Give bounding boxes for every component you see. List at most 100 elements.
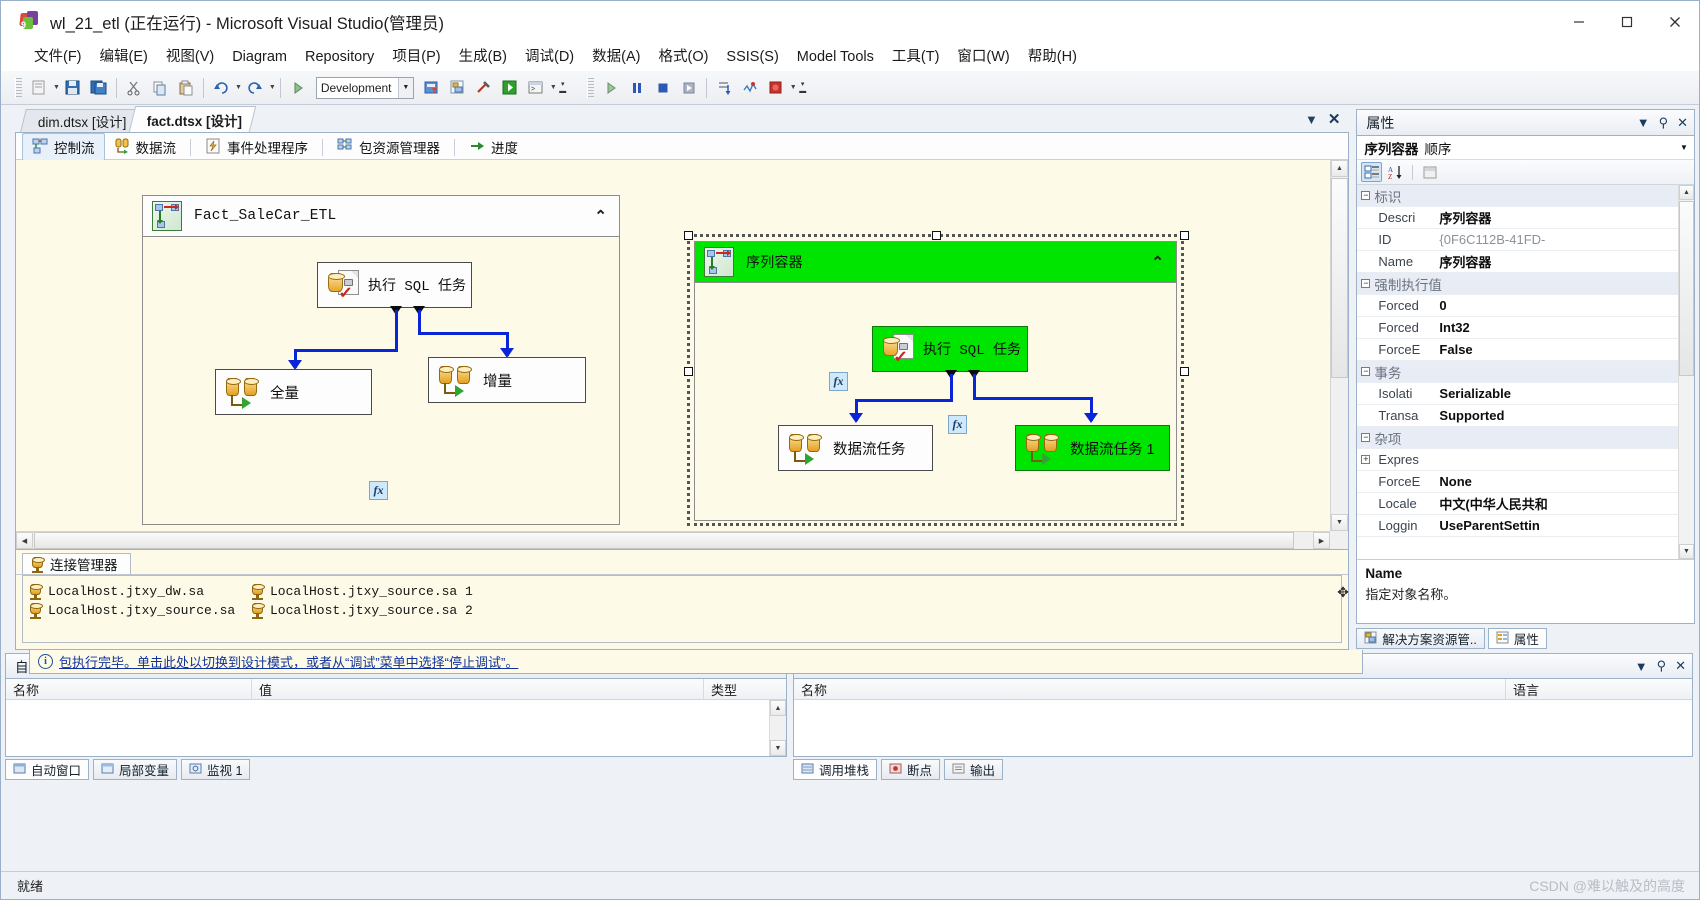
connection-item[interactable]: LocalHost.jtxy_source.sa 2 bbox=[251, 602, 473, 619]
breakpoint-hit-icon[interactable] bbox=[738, 76, 762, 100]
property-value[interactable]: UseParentSettin bbox=[1436, 518, 1678, 533]
dock-tab-properties[interactable]: 属性 bbox=[1487, 628, 1547, 649]
save-icon[interactable] bbox=[61, 76, 85, 100]
toolbar-grip[interactable] bbox=[15, 77, 22, 98]
redo-dropdown-icon[interactable]: ▼ bbox=[269, 84, 276, 91]
property-row-id[interactable]: ID {0F6C112B-41FD- bbox=[1357, 229, 1678, 251]
stop-debug-icon[interactable] bbox=[651, 76, 675, 100]
precedence-expression-icon-l1[interactable]: fx bbox=[369, 481, 388, 500]
step-into-icon[interactable] bbox=[712, 76, 736, 100]
properties-scroll-up-button[interactable]: ▲ bbox=[1679, 185, 1694, 200]
task-left-execute-sql[interactable]: ✓ 执行 SQL 任务 bbox=[317, 262, 472, 308]
call-stack-rows-area[interactable] bbox=[794, 700, 1692, 756]
property-value[interactable]: False bbox=[1436, 342, 1678, 357]
minimize-button[interactable] bbox=[1555, 1, 1603, 43]
copy-icon[interactable] bbox=[148, 76, 172, 100]
property-row-force-execution-result[interactable]: ForceE None bbox=[1357, 471, 1678, 493]
menu-diagram[interactable]: Diagram bbox=[223, 45, 296, 69]
selection-handle-tm[interactable] bbox=[932, 231, 941, 240]
menu-model-tools[interactable]: Model Tools bbox=[788, 45, 883, 69]
connection-managers-tab[interactable]: 连接管理器 bbox=[22, 553, 131, 574]
close-icon[interactable]: ✕ bbox=[1675, 658, 1686, 674]
close-button[interactable] bbox=[1651, 1, 1699, 43]
dock-tab-output[interactable]: 输出 bbox=[944, 759, 1004, 780]
property-value[interactable]: 序列容器 bbox=[1436, 208, 1678, 227]
selection-handle-tl[interactable] bbox=[684, 231, 693, 240]
properties-scroll-down-button[interactable]: ▼ bbox=[1679, 544, 1694, 559]
tab-control-flow[interactable]: 控制流 bbox=[22, 133, 105, 161]
close-document-icon[interactable]: ✕ bbox=[1328, 110, 1341, 128]
expand-toggle-icon[interactable]: + bbox=[1357, 454, 1374, 465]
redo-icon[interactable] bbox=[243, 76, 267, 100]
chevron-down-icon[interactable]: ▼ bbox=[1674, 137, 1694, 159]
dock-tab-solution-explorer[interactable]: 解决方案资源管.. bbox=[1356, 628, 1485, 649]
property-value[interactable]: Serializable bbox=[1436, 386, 1678, 401]
collapse-toggle-icon[interactable]: − bbox=[1357, 278, 1374, 289]
menu-debug[interactable]: 调试(D) bbox=[516, 45, 583, 69]
paste-icon[interactable] bbox=[174, 76, 198, 100]
canvas-vertical-scroll-thumb[interactable] bbox=[1331, 178, 1348, 378]
autos-scroll-up-button[interactable]: ▲ bbox=[770, 700, 786, 716]
canvas-horizontal-scroll-thumb[interactable] bbox=[34, 532, 1294, 549]
menu-tools[interactable]: 工具(T) bbox=[883, 45, 949, 69]
call-stack-column-language[interactable]: 语言 bbox=[1506, 679, 1692, 699]
save-all-icon[interactable] bbox=[87, 76, 111, 100]
property-category-identity[interactable]: − 标识 bbox=[1357, 185, 1678, 207]
property-row-locale-id[interactable]: Locale 中文(中华人民共和 bbox=[1357, 493, 1678, 515]
chevron-up-icon[interactable]: ⌃ bbox=[594, 207, 607, 225]
dock-tab-call-stack[interactable]: 调用堆栈 bbox=[793, 759, 878, 780]
canvas-scroll-up-button[interactable]: ▲ bbox=[1331, 160, 1348, 177]
document-tab-fact[interactable]: fact.dtsx [设计] bbox=[128, 106, 257, 132]
autos-column-name[interactable]: 名称 bbox=[6, 679, 252, 699]
deploy-icon[interactable] bbox=[498, 76, 522, 100]
call-stack-column-name[interactable]: 名称 bbox=[794, 679, 1506, 699]
tab-list-dropdown-icon[interactable]: ▼ bbox=[1305, 112, 1318, 127]
collapse-toggle-icon[interactable]: − bbox=[1357, 432, 1374, 443]
document-tab-dim[interactable]: dim.dtsx [设计] bbox=[20, 109, 141, 132]
solution-explorer-icon[interactable] bbox=[446, 76, 470, 100]
properties-scroll-thumb[interactable] bbox=[1679, 201, 1694, 376]
autos-column-value[interactable]: 值 bbox=[252, 679, 704, 699]
pin-icon[interactable]: ⚲ bbox=[1657, 658, 1667, 674]
close-icon[interactable]: ✕ bbox=[1677, 115, 1688, 131]
selection-handle-tr[interactable] bbox=[1180, 231, 1189, 240]
pause-icon[interactable] bbox=[625, 76, 649, 100]
tab-data-flow[interactable]: 数据流 bbox=[105, 134, 186, 160]
continue-icon[interactable] bbox=[599, 76, 623, 100]
panel-splitter-handle[interactable]: ✥ bbox=[1334, 583, 1352, 601]
selection-handle-ml[interactable] bbox=[684, 367, 693, 376]
command-window-dropdown-icon[interactable]: ▼ bbox=[550, 84, 557, 91]
menu-help[interactable]: 帮助(H) bbox=[1019, 45, 1086, 69]
connection-item[interactable]: LocalHost.jtxy_source.sa bbox=[29, 602, 251, 619]
property-row-forced-value-type[interactable]: Forced Int32 bbox=[1357, 317, 1678, 339]
task-right-data-flow-1[interactable]: 数据流任务 1 bbox=[1015, 425, 1170, 471]
properties-grid[interactable]: − 标识 Descri 序列容器 ID {0F6C112B-41FD- Name… bbox=[1357, 185, 1694, 559]
categorized-view-icon[interactable] bbox=[1361, 162, 1383, 182]
property-row-forced-value[interactable]: Forced 0 bbox=[1357, 295, 1678, 317]
package-execution-status-bar[interactable]: i 包执行完毕。单击此处以切换到设计模式，或者从“调试”菜单中选择“停止调试”。 bbox=[29, 650, 1363, 674]
precedence-expression-icon-r1[interactable]: fx bbox=[829, 372, 848, 391]
tab-package-explorer[interactable]: 包资源管理器 bbox=[328, 134, 449, 160]
property-value[interactable]: {0F6C112B-41FD- bbox=[1436, 232, 1678, 247]
property-value[interactable]: Int32 bbox=[1436, 320, 1678, 335]
undo-dropdown-icon[interactable]: ▼ bbox=[235, 84, 242, 91]
dock-tab-autos[interactable]: 自动窗口 bbox=[5, 759, 90, 780]
property-row-description[interactable]: Descri 序列容器 bbox=[1357, 207, 1678, 229]
new-project-icon[interactable] bbox=[27, 76, 51, 100]
container-sequence-header[interactable]: 序列容器 ⌃ bbox=[695, 242, 1176, 283]
panel-menu-dropdown-icon[interactable]: ▼ bbox=[1637, 115, 1650, 130]
alphabetical-sort-icon[interactable]: AZ bbox=[1385, 162, 1406, 182]
connection-item[interactable]: LocalHost.jtxy_dw.sa bbox=[29, 583, 251, 600]
precedence-expression-icon-r2[interactable]: fx bbox=[948, 415, 967, 434]
canvas-vertical-scrollbar[interactable]: ▲ ▼ bbox=[1330, 160, 1348, 531]
property-pages-icon[interactable] bbox=[1419, 162, 1440, 182]
autos-vertical-scrollbar[interactable]: ▲ ▼ bbox=[769, 700, 786, 756]
dock-tab-watch-1[interactable]: 监视 1 bbox=[181, 759, 251, 780]
menu-window[interactable]: 窗口(W) bbox=[948, 45, 1018, 69]
autos-column-type[interactable]: 类型 bbox=[704, 679, 786, 699]
autos-scroll-down-button[interactable]: ▼ bbox=[770, 740, 786, 756]
new-project-dropdown-icon[interactable]: ▼ bbox=[53, 84, 60, 91]
property-category-misc[interactable]: − 杂项 bbox=[1357, 427, 1678, 449]
properties-grid-scrollbar[interactable]: ▲ ▼ bbox=[1678, 185, 1694, 559]
restart-icon[interactable] bbox=[677, 76, 701, 100]
